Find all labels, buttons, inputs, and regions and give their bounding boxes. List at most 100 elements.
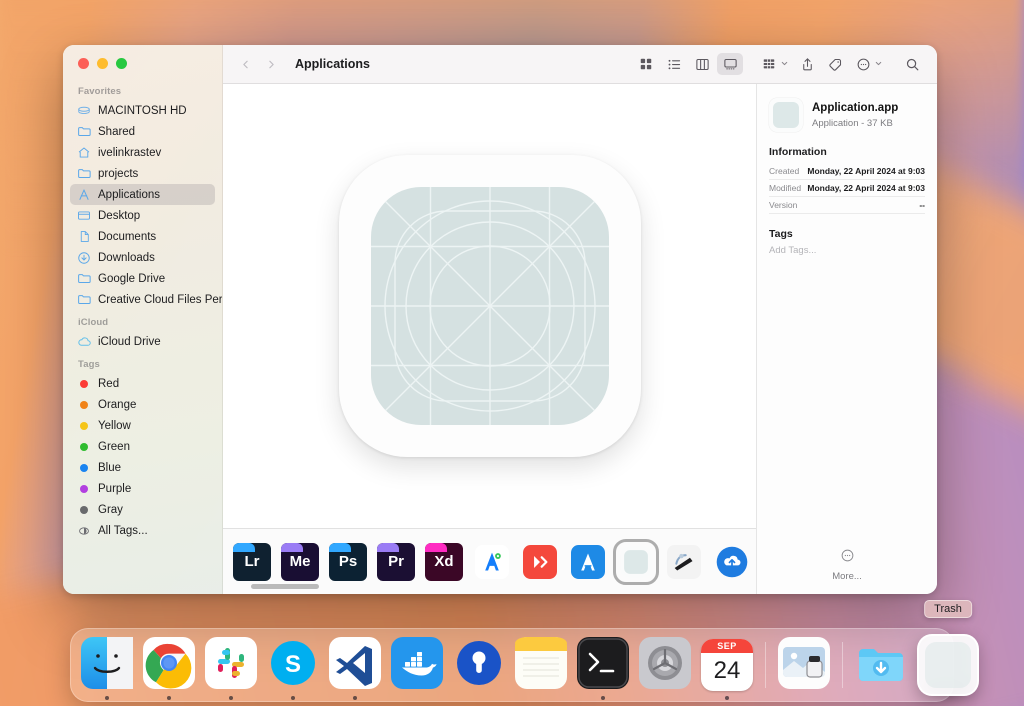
sidebar-item-all-tags[interactable]: All Tags... — [70, 520, 215, 541]
running-indicator — [229, 696, 233, 700]
back-button[interactable] — [233, 52, 257, 76]
list-view-button[interactable] — [661, 53, 687, 75]
filmstrip-scrollbar[interactable] — [233, 584, 733, 589]
running-indicator — [601, 696, 605, 700]
icon-view-button[interactable] — [633, 53, 659, 75]
filmstrip-items: Lr Me Ps Pr Xd — [223, 536, 797, 588]
trash-dock-item[interactable]: Trash — [917, 600, 979, 696]
dragged-icon-inner — [925, 642, 971, 688]
dock-item-notes[interactable] — [515, 636, 567, 694]
gallery-view-button[interactable] — [717, 53, 743, 75]
sidebar[interactable]: Favorites MACINTOSH HD Shared ivelinkrastev… — [63, 45, 223, 594]
add-tags-field[interactable]: Add Tags... — [769, 245, 925, 256]
more-control[interactable] — [850, 53, 886, 75]
dragged-application-icon[interactable] — [917, 634, 979, 696]
sidebar-item-documents[interactable]: Documents — [70, 226, 215, 247]
group-by-control[interactable] — [756, 53, 792, 75]
sidebar-item-downloads[interactable]: Downloads — [70, 247, 215, 268]
dock-item-downloads[interactable] — [855, 639, 907, 691]
tag-color-dot — [80, 400, 88, 409]
sidebar-item-yellow[interactable]: Yellow — [70, 415, 215, 436]
dock-item-calendar[interactable]: SEP 24 — [701, 639, 753, 700]
filmstrip-item-xd[interactable]: Xd — [425, 542, 463, 581]
dock-item-slack[interactable] — [205, 636, 257, 700]
filmstrip-item-xcode[interactable] — [473, 543, 511, 581]
share-button[interactable] — [794, 53, 820, 75]
dock-item-postman[interactable] — [453, 639, 505, 691]
minimize-button[interactable] — [97, 58, 108, 69]
group-by-icon[interactable] — [756, 53, 782, 75]
filmstrip-item-app-store[interactable] — [569, 543, 607, 581]
filmstrip-item-cloud-upload[interactable] — [713, 543, 751, 581]
dock-item-docker[interactable] — [391, 636, 443, 691]
applications-icon — [76, 188, 92, 202]
vscode-icon — [329, 636, 381, 694]
dock-item-finder[interactable] — [81, 636, 133, 700]
dock-item-visual-studio-code[interactable] — [329, 636, 381, 700]
sidebar-item-shared[interactable]: Shared — [70, 121, 215, 142]
filmstrip[interactable]: Lr Me Ps Pr Xd — [223, 528, 797, 594]
calendar-month: SEP — [701, 639, 753, 653]
dock-item-system-settings[interactable] — [639, 636, 691, 694]
notes-icon — [515, 636, 567, 694]
sidebar-item-purple[interactable]: Purple — [70, 478, 215, 499]
filmstrip-item-label: Pr — [388, 553, 404, 570]
system-settings-icon — [639, 636, 691, 694]
trash-tooltip: Trash — [924, 600, 972, 618]
scrollbar-thumb[interactable] — [251, 584, 319, 589]
dock-item-preview[interactable] — [778, 636, 830, 691]
more-button[interactable]: More... — [769, 548, 925, 582]
dock-recent — [778, 636, 830, 691]
close-button[interactable] — [78, 58, 89, 69]
sidebar-item-applications[interactable]: Applications — [70, 184, 215, 205]
chevron-down-icon[interactable] — [780, 55, 789, 73]
finder-window[interactable]: Favorites MACINTOSH HD Shared ivelinkrastev… — [63, 45, 937, 594]
tag-color-dot — [80, 442, 88, 451]
forward-button[interactable] — [259, 52, 283, 76]
search-icon[interactable] — [899, 53, 925, 75]
sidebar-item-label: Desktop — [98, 209, 141, 222]
chevron-down-icon[interactable] — [874, 55, 883, 73]
running-indicator — [291, 696, 295, 700]
more-ellipsis-icon[interactable] — [850, 53, 876, 75]
filmstrip-item-label: Lr — [244, 553, 260, 570]
column-view-button[interactable] — [689, 53, 715, 75]
preview-area[interactable] — [223, 84, 756, 528]
chrome-icon — [143, 636, 195, 694]
sidebar-item-label: Downloads — [98, 251, 155, 264]
folder-icon — [76, 271, 92, 286]
sidebar-item-gray[interactable]: Gray — [70, 499, 215, 520]
sidebar-item-red[interactable]: Red — [70, 373, 215, 394]
filmstrip-item-lr[interactable]: Lr — [233, 542, 271, 581]
filmstrip-item-ps[interactable]: Ps — [329, 542, 367, 581]
sidebar-item-creative-cloud-files-per[interactable]: Creative Cloud Files Per... — [70, 289, 222, 310]
dock-item-google-chrome[interactable] — [143, 636, 195, 700]
sidebar-item-label: MACINTOSH HD — [98, 104, 187, 117]
sidebar-item-macintosh-hd[interactable]: MACINTOSH HD — [70, 100, 215, 121]
tag-button[interactable] — [822, 53, 848, 75]
sidebar-item-desktop[interactable]: Desktop — [70, 205, 215, 226]
filmstrip-item-araxis[interactable] — [521, 543, 559, 581]
sidebar-item-green[interactable]: Green — [70, 436, 215, 457]
sidebar-item-icloud-drive[interactable]: iCloud Drive — [70, 331, 215, 352]
sidebar-item-label: Documents — [98, 230, 157, 243]
sidebar-item-google-drive[interactable]: Google Drive — [70, 268, 215, 289]
sidebar-item-blue[interactable]: Blue — [70, 457, 215, 478]
dock[interactable]: S SEP 24 Trash — [70, 600, 979, 702]
window-controls[interactable] — [78, 58, 127, 69]
more-ellipsis-circle-icon — [840, 548, 855, 568]
file-name: Application.app — [812, 102, 899, 115]
filmstrip-item-pr[interactable]: Pr — [377, 542, 415, 581]
file-thumbnail-inner — [773, 102, 799, 128]
sidebar-item-orange[interactable]: Orange — [70, 394, 215, 415]
dock-item-terminal[interactable] — [577, 636, 629, 700]
dock-item-skype[interactable]: S — [267, 639, 319, 700]
sidebar-item-projects[interactable]: projects — [70, 163, 215, 184]
sidebar-item-ivelinkrastev[interactable]: ivelinkrastev — [70, 142, 215, 163]
zoom-button[interactable] — [116, 58, 127, 69]
filmstrip-item-application-app[interactable] — [613, 538, 659, 585]
desktop-icon — [76, 209, 92, 223]
filmstrip-item-me[interactable]: Me — [281, 542, 319, 581]
filmstrip-item-label: Me — [289, 553, 311, 570]
filmstrip-item-sketch-tool[interactable] — [665, 543, 703, 581]
